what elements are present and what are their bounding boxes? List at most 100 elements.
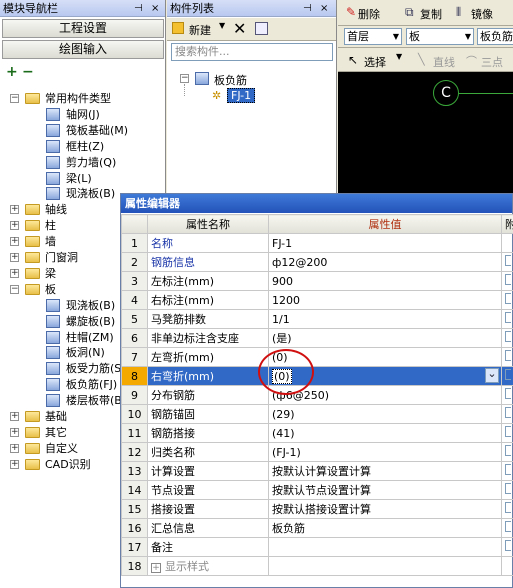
property-value[interactable] — [268, 556, 502, 576]
property-row[interactable]: 7 左弯折(mm) (0) — [121, 347, 513, 367]
property-extra[interactable] — [501, 366, 513, 386]
drawing-input-button[interactable]: 绘图输入 — [2, 40, 164, 59]
property-extra[interactable] — [501, 347, 513, 367]
column-header-value[interactable]: 属性值 — [268, 214, 502, 234]
floor-select[interactable]: 首层 ▼ — [344, 28, 402, 45]
property-row[interactable]: 9 分布钢筋 (ф6@250) — [121, 385, 513, 405]
checkbox-edge-icon — [505, 350, 511, 361]
new-button[interactable]: 新建 — [189, 22, 211, 38]
dropdown-icon[interactable]: ⌄ — [485, 368, 499, 383]
property-value[interactable]: (是) — [268, 328, 502, 348]
property-value[interactable]: ф12@200 — [268, 252, 502, 272]
property-row[interactable]: 3 左标注(mm) 900 — [121, 271, 513, 291]
property-row[interactable]: 14 节点设置 按默认节点设置计算 — [121, 480, 513, 500]
search-input[interactable]: 搜索构件... — [171, 43, 333, 61]
property-value[interactable]: (FJ-1) — [268, 442, 502, 462]
tree-root-label[interactable]: 板负筋 — [214, 72, 247, 88]
line-button[interactable]: 直线 — [433, 54, 455, 70]
property-extra[interactable] — [501, 404, 513, 424]
property-extra[interactable] — [501, 442, 513, 462]
property-value[interactable] — [268, 537, 502, 557]
column-header-extra[interactable]: 附 — [501, 214, 513, 234]
tree-expander-icon[interactable]: + — [10, 427, 19, 437]
property-extra[interactable] — [501, 309, 513, 329]
property-row[interactable]: 18 + 显示样式 — [121, 556, 513, 576]
type-select[interactable]: 板 ▼ — [406, 28, 474, 45]
tree-expander-icon[interactable]: + — [10, 268, 19, 278]
property-extra[interactable] — [501, 556, 513, 576]
property-extra[interactable] — [501, 423, 513, 443]
property-name-text: 归类名称 — [151, 446, 195, 459]
tree-expander-icon[interactable]: + — [10, 221, 19, 231]
tree-expander-icon[interactable]: + — [10, 205, 19, 215]
drawing-area[interactable]: ✎ 删除 ⧉ 复制 ⫴ 镜像 首层 ▼ 板 ▼ 板负筋 ↖ 选择 ▼ ╲ 直线 ⌒ … — [338, 0, 513, 200]
property-value[interactable]: 按默认搭接设置计算 — [268, 499, 502, 519]
axis-marker[interactable]: C — [433, 80, 459, 106]
tree-expander-icon[interactable]: − — [10, 94, 19, 103]
arc-button[interactable]: 三点 — [481, 54, 503, 70]
mirror-button[interactable]: 镜像 — [471, 6, 493, 22]
chevron-down-icon[interactable]: ▼ — [396, 52, 402, 61]
property-value[interactable]: 板负筋 — [268, 518, 502, 538]
property-extra[interactable] — [501, 328, 513, 348]
tree-expander-icon[interactable]: + — [10, 443, 19, 453]
property-value[interactable]: 900 — [268, 271, 502, 291]
property-row[interactable]: 15 搭接设置 按默认搭接设置计算 — [121, 499, 513, 519]
property-row[interactable]: 11 钢筋搭接 (41) — [121, 423, 513, 443]
property-value[interactable]: 按默认计算设置计算 — [268, 461, 502, 481]
tree-expander-icon[interactable]: + — [10, 459, 19, 469]
copy-icon[interactable] — [255, 22, 268, 35]
property-extra[interactable] — [501, 385, 513, 405]
delete-icon[interactable]: ✕ — [233, 19, 246, 38]
tree-expander-icon[interactable]: − — [10, 284, 19, 294]
tree-expander-icon[interactable]: + — [10, 253, 19, 262]
tree-expander[interactable]: − — [180, 74, 189, 83]
property-value[interactable]: (29) — [268, 404, 502, 424]
property-extra[interactable] — [501, 252, 513, 272]
property-row[interactable]: 2 钢筋信息 ф12@200 — [121, 252, 513, 272]
pin-icon[interactable]: ⊣ — [134, 0, 143, 17]
property-row[interactable]: 17 备注 — [121, 537, 513, 557]
property-row[interactable]: 12 归类名称 (FJ-1) — [121, 442, 513, 462]
property-row[interactable]: 6 非单边标注含支座 (是) — [121, 328, 513, 348]
property-row[interactable]: 1 名称 FJ-1 — [121, 233, 513, 253]
select-button[interactable]: 选择 — [364, 54, 386, 70]
tree-expander-icon[interactable]: + — [10, 412, 19, 421]
property-name: + 显示样式 — [147, 556, 269, 576]
property-value[interactable]: (41) — [268, 423, 502, 443]
pin-icon[interactable]: ⊣ — [303, 0, 312, 17]
property-value[interactable]: 1200 — [268, 290, 502, 310]
property-row[interactable]: 16 汇总信息 板负筋 — [121, 518, 513, 538]
close-icon[interactable]: × — [320, 0, 328, 17]
expand-all-icon[interactable]: + — [6, 64, 18, 80]
property-extra[interactable] — [501, 233, 513, 253]
property-extra[interactable] — [501, 271, 513, 291]
checkbox-edge-icon — [505, 445, 511, 456]
property-row[interactable]: 10 钢筋锚固 (29) — [121, 404, 513, 424]
new-dropdown-icon[interactable]: ▼ — [219, 21, 225, 30]
copy-button[interactable]: 复制 — [420, 6, 442, 22]
property-value[interactable]: 按默认节点设置计算 — [268, 480, 502, 500]
property-extra[interactable] — [501, 518, 513, 538]
subtype-select[interactable]: 板负筋 — [477, 28, 513, 45]
expand-icon[interactable]: + — [151, 563, 161, 573]
property-row[interactable]: 8 右弯折(mm) (0) ⌄ — [121, 366, 513, 386]
property-value[interactable]: 1/1 — [268, 309, 502, 329]
property-extra[interactable] — [501, 461, 513, 481]
component-item[interactable]: FJ-1 — [227, 88, 256, 103]
property-value-text: (FJ-1) — [272, 445, 301, 459]
property-extra[interactable] — [501, 537, 513, 557]
delete-button[interactable]: 删除 — [358, 6, 380, 22]
property-row[interactable]: 5 马凳筋排数 1/1 — [121, 309, 513, 329]
property-extra[interactable] — [501, 480, 513, 500]
close-icon[interactable]: × — [151, 0, 159, 17]
collapse-all-icon[interactable]: − — [22, 64, 34, 80]
column-header-name[interactable]: 属性名称 — [147, 214, 269, 234]
project-settings-button[interactable]: 工程设置 — [2, 19, 164, 38]
property-row[interactable]: 13 计算设置 按默认计算设置计算 — [121, 461, 513, 481]
tree-expander-icon[interactable]: + — [10, 237, 19, 247]
property-extra[interactable] — [501, 290, 513, 310]
property-value[interactable]: FJ-1 — [268, 233, 502, 253]
property-row[interactable]: 4 右标注(mm) 1200 — [121, 290, 513, 310]
property-extra[interactable] — [501, 499, 513, 519]
